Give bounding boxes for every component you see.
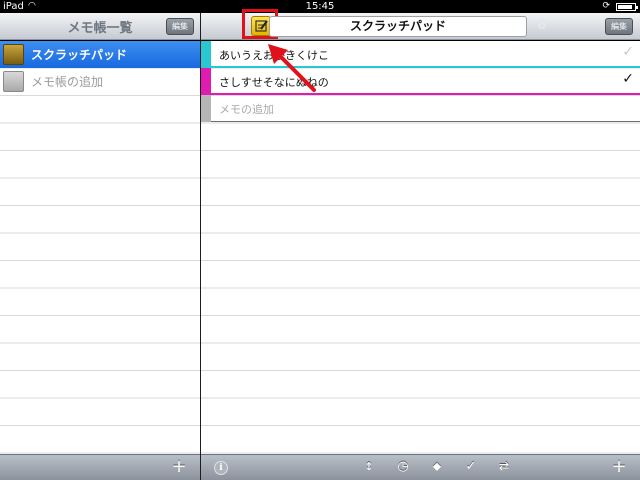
- notebooks-nav-bar: メモ帳一覧 編集: [0, 13, 200, 40]
- annotation-arrow: [268, 44, 316, 92]
- battery-level: [618, 5, 633, 9]
- memo-nav-bar: スクラッチパッド 6 編集: [201, 9, 640, 40]
- memo-list: あいうえおかきくけこ ✓ さしすせそなにぬねの ✓ メモの追加: [201, 41, 640, 454]
- memo-count: 6: [537, 17, 547, 33]
- check-icon[interactable]: ✓: [622, 71, 634, 87]
- memo-toolbar: i ↕ ◷ ⬥ ✓ ⇄ +: [201, 454, 640, 480]
- add-notepad-icon: [3, 71, 24, 92]
- memo-title-field[interactable]: スクラッチパッド: [269, 16, 527, 37]
- shuffle-icon[interactable]: ⇄: [494, 459, 514, 473]
- notebook-item-add[interactable]: メモ帳の追加: [0, 68, 200, 95]
- notebooks-toolbar: +: [0, 454, 200, 480]
- clock-icon[interactable]: ◷: [393, 459, 413, 474]
- notebook-label: スクラッチパッド: [31, 48, 128, 62]
- check-icon[interactable]: ✓: [622, 44, 634, 60]
- battery-icon: [616, 3, 638, 11]
- notebooks-edit-button[interactable]: 編集: [166, 18, 194, 35]
- memo-color-tag: [201, 95, 211, 122]
- status-bar: iPad ◠ 15:45 ⟳: [0, 0, 640, 13]
- memo-color-tag: [201, 68, 211, 95]
- add-memo-placeholder: メモの追加: [219, 103, 274, 116]
- check-icon[interactable]: ✓: [461, 459, 481, 474]
- clock: 15:45: [305, 1, 335, 12]
- notebook-label: メモ帳の追加: [31, 75, 104, 89]
- plus-icon[interactable]: +: [609, 456, 629, 477]
- info-icon[interactable]: i: [214, 461, 228, 475]
- memo-underline: [211, 121, 640, 122]
- notebook-item-scratchpad[interactable]: スクラッチパッド: [0, 41, 200, 68]
- rotation-lock-icon: ⟳: [602, 1, 610, 11]
- tag-icon[interactable]: ⬥: [427, 459, 447, 474]
- notebook-list: スクラッチパッド メモ帳の追加: [0, 41, 200, 454]
- sort-icon[interactable]: ↕: [359, 460, 379, 473]
- memo-edit-button[interactable]: 編集: [605, 18, 633, 35]
- memo-color-tag: [201, 41, 211, 68]
- plus-icon[interactable]: +: [169, 456, 189, 477]
- add-memo-row[interactable]: メモの追加: [201, 95, 640, 122]
- notepad-icon: [3, 44, 24, 65]
